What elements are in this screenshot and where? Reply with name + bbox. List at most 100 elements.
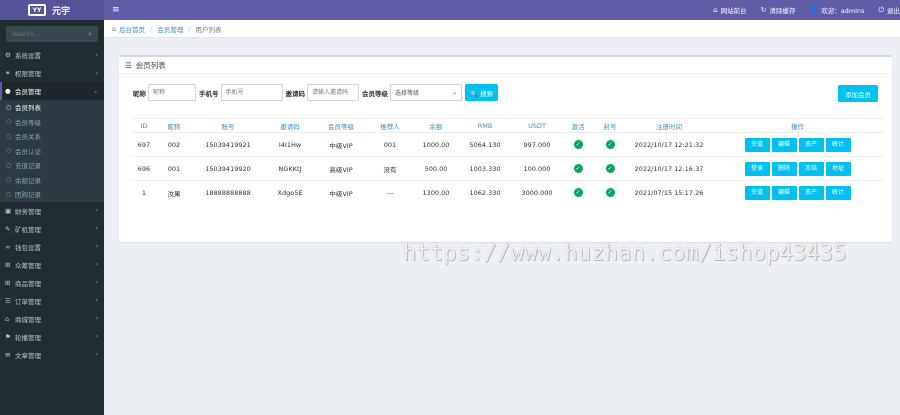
column-header[interactable]: RMB [459,118,511,133]
cell-usdt: 997.000 [511,132,563,157]
cell-referrer: 001 [367,132,413,157]
sidebar-item-box[interactable]: ⊞ 商品管理 ‹ [0,274,104,292]
logout-icon: ⏻ [878,5,884,14]
column-header[interactable]: USDT [511,118,563,133]
sidebar-item-label: 文章管理 [15,351,41,360]
phone-input[interactable] [220,84,283,101]
sub-menu-item[interactable]: ○ 会员认证 [0,144,104,159]
sub-menu-item[interactable]: ○ 团购记录 [0,187,104,202]
cell-invite: I4I1Hw [265,132,315,157]
chevron-left-icon: ‹ [95,333,98,340]
circle-icon: ○ [6,176,12,184]
cell-usdt: 100.000 [511,156,563,181]
circle-icon: ○ [6,190,12,198]
column-header[interactable]: 邀请码 [265,118,315,133]
column-header[interactable]: 会员等级 [315,118,367,133]
chevron-down-icon: ⌄ [92,87,98,95]
sidebar-search-input[interactable] [12,30,89,38]
column-header[interactable]: ID [131,118,157,133]
panel-header: ☰ 会员列表 [119,57,892,74]
check-circle-icon[interactable]: ✓ [605,140,615,149]
action-button[interactable]: 地址 [825,161,851,176]
action-button[interactable]: 编辑 [771,185,797,200]
column-header[interactable]: 操作 [711,118,884,133]
action-button[interactable]: 统计 [825,185,851,200]
column-header[interactable]: 激活 [563,118,593,133]
column-header[interactable]: 余额 [413,118,459,133]
cell-actions: 充值 编辑 资产 统计 [711,132,884,157]
invite-code-input[interactable] [307,84,359,101]
sub-menu-item[interactable]: ○ 余额记录 [0,173,104,188]
sidebar: ⌕ ⚙系统设置‹⚭权限管理‹●会员管理⌄ ○会员列表○会员等级○会员关系○会员认… [0,20,104,415]
sidebar-item-label: 轮播管理 [15,333,41,342]
column-header[interactable]: 账号 [191,118,265,133]
logo-text: 元宇 [52,6,71,17]
breadcrumb: ⌂ 后台首页 / 会员管理 / 用户列表 [104,20,900,38]
link-icon: ∞ [5,242,11,251]
sidebar-item-shop[interactable]: ⌂ 商城管理 ‹ [0,310,104,328]
check-circle-icon[interactable]: ✓ [605,188,615,198]
sub-menu-item-label: 余额记录 [15,176,41,185]
sidebar-item-hammer[interactable]: ✎ 矿机管理 ‹ [0,220,104,238]
top-link-home[interactable]: ⌂ 网站前台 [713,5,746,15]
cell-account: 15039419920 [191,156,265,181]
sidebar-item-link[interactable]: ∞ 钱包设置 ‹ [0,238,104,256]
column-header[interactable]: 推荐人 [367,118,413,133]
top-link-refresh[interactable]: ↻ 清除缓存 [761,5,796,15]
sidebar-item-label: 钱包设置 [15,243,41,252]
cell-rmb: 1003.330 [459,156,511,181]
search-button[interactable]: 🔍 搜索 [465,84,499,101]
sub-menu-item-label: 会员关系 [15,133,41,142]
sidebar-item-wallet[interactable]: ▣ 财务管理 ‹ [0,202,104,220]
top-link-user[interactable]: 👤 欢迎：admins [809,5,864,15]
sidebar-item-flag[interactable]: ⚑ 轮播管理 ‹ [0,328,104,346]
sub-menu-item[interactable]: ○ 会员关系 [0,129,104,144]
action-button[interactable]: 冻结 [798,161,824,176]
action-button[interactable]: 资产 [798,137,824,152]
sub-menu-item[interactable]: ○ 会员等级 [0,115,104,130]
action-button[interactable]: 充值 [744,185,770,200]
level-select[interactable]: 选择等级 ⌄ [390,84,462,101]
cell-account: 18888888888 [191,180,265,205]
sidebar-item-chat[interactable]: ✉ 文章管理 ‹ [0,346,104,364]
table-header-row: ID 昵称 账号 邀请码 会员等级 推荐人 余额 RMB USDT 激活 封号 注册时间 操作 [131,118,884,133]
sidebar-item-users[interactable]: ⚭ 权限管理 ‹ [0,64,104,82]
logo[interactable]: YY 元宇 [0,0,104,20]
check-circle-icon[interactable]: ✓ [573,140,583,149]
check-circle-icon[interactable]: ✓ [605,164,615,173]
breadcrumb-item-home[interactable]: 后台首页 [119,24,145,34]
sub-menu-item[interactable]: ○ 充值记录 [0,158,104,173]
cell-rmb: 1062.330 [459,180,511,205]
add-member-button[interactable]: 添加会员 [838,85,878,102]
sidebar-item-gear[interactable]: ⚙ 系统设置 ‹ [0,46,104,64]
action-button[interactable]: 登录 [744,161,770,176]
sidebar-item-list[interactable]: ☰ 订单管理 ‹ [0,292,104,310]
column-header[interactable]: 注册时间 [627,118,711,133]
sidebar-item-user-group[interactable]: ● 会员管理 ⌄ [0,82,104,100]
top-link-label: 退出 [887,7,900,15]
sidebar-toggle-icon[interactable]: ≡ [112,5,124,15]
top-link-logout[interactable]: ⏻ 退出 [878,5,900,16]
action-button[interactable]: 资产 [798,185,824,200]
sidebar-item-cart[interactable]: ⊞ 众筹管理 ‹ [0,256,104,274]
sub-menu-item-label: 会员等级 [15,118,41,127]
check-circle-icon[interactable]: ✓ [573,164,583,173]
search-icon[interactable]: ⌕ [88,30,92,39]
action-button[interactable]: 统计 [825,137,851,152]
chevron-left-icon: ‹ [95,207,98,214]
filter-bar: 昵称 手机号 邀请码 会员等级 选择等级 ⌄ 🔍 搜索 [133,84,499,101]
check-circle-icon[interactable]: ✓ [573,188,583,198]
invite-label: 邀请码 [285,89,306,98]
action-button[interactable]: 编辑 [771,137,797,152]
cell-nickname: 汝果 [157,180,191,205]
action-button[interactable]: 删除 [771,161,797,176]
column-header[interactable]: 昵称 [157,118,191,133]
cell-id: 1 [131,180,157,205]
sub-menu-item[interactable]: ○ 会员列表 [0,100,104,115]
column-header[interactable]: 封号 [593,118,627,133]
sub-menu-item-label: 团购记录 [15,191,41,200]
breadcrumb-item-member[interactable]: 会员管理 [157,24,183,34]
action-button[interactable]: 充值 [744,137,770,152]
cell-rmb: 5064.130 [459,132,511,157]
nickname-input[interactable] [148,84,196,101]
